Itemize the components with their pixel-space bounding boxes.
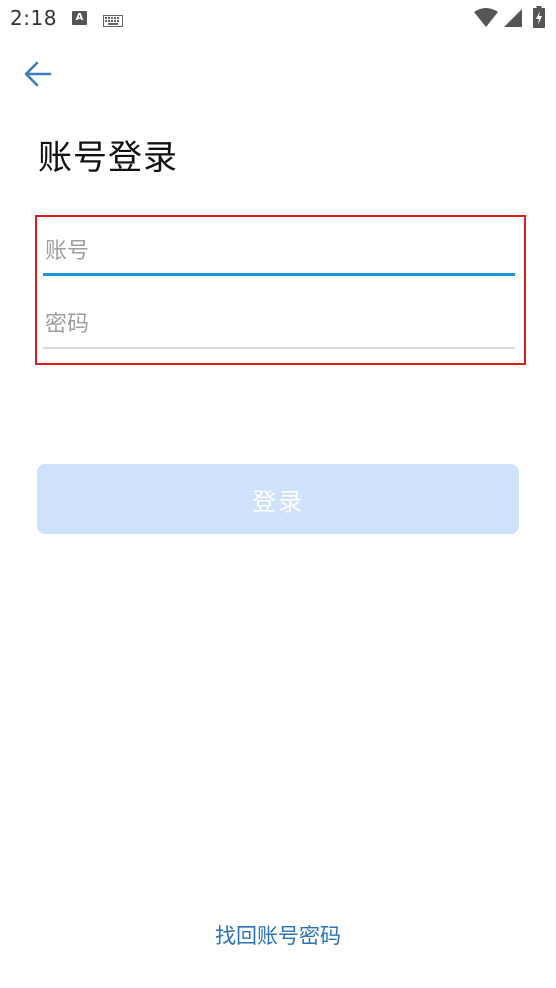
account-input-underline (43, 273, 515, 276)
password-input-underline (43, 347, 515, 349)
text-notification-icon: A (72, 11, 87, 25)
back-button[interactable] (18, 54, 58, 94)
cell-signal-icon (503, 8, 523, 32)
recover-account-link[interactable]: 找回账号密码 (0, 920, 556, 950)
wifi-icon (474, 8, 498, 32)
arrow-left-icon (24, 61, 52, 87)
status-time: 2:18 (10, 6, 57, 30)
account-field-wrapper (43, 229, 517, 273)
password-input[interactable] (43, 302, 517, 346)
login-screen: 2:18 A 账号登录 账号 登录 找回账号密码 (0, 0, 556, 988)
account-input[interactable] (43, 229, 517, 273)
login-form (35, 215, 526, 365)
login-button[interactable]: 登录 (37, 464, 519, 534)
keyboard-icon (103, 12, 123, 31)
page-title: 账号登录 (38, 138, 178, 178)
status-bar: 2:18 A (0, 0, 556, 38)
password-field-wrapper (43, 302, 517, 346)
battery-charging-icon (533, 6, 545, 32)
